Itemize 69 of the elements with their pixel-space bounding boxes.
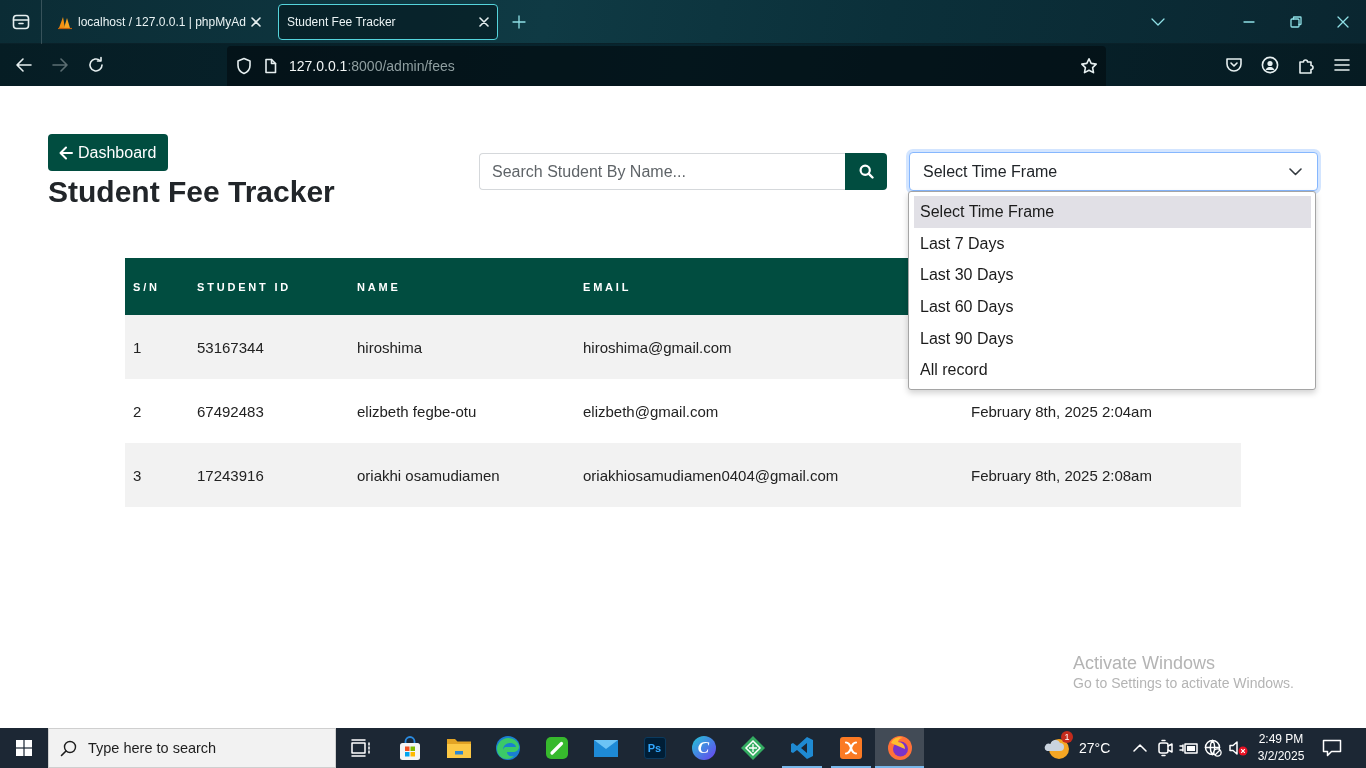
page-icon [264,58,277,74]
temperature-text[interactable]: 27°C [1079,740,1111,756]
diamond-icon [739,735,766,761]
dashboard-button[interactable]: Dashboard [48,134,169,171]
search-field[interactable]: Search Student By Name... [479,153,845,190]
search-icon [60,740,77,757]
box-icon[interactable] [11,13,30,30]
table-cell: February 8th, 2025 2:08am [963,443,1241,507]
address-bar[interactable]: 127.0.0.1:8000/admin/fees [227,46,1106,86]
reload-icon[interactable] [86,55,106,75]
windows-logo-icon[interactable] [16,740,32,756]
activation-title: Activate Windows [1073,652,1217,674]
column-header: S/N [125,258,189,315]
pouch-icon[interactable] [1225,56,1243,74]
pencil-tile-icon [544,736,569,760]
column-header: STUDENT ID [189,258,349,315]
taskbar-app-button[interactable]: Ps [630,728,679,768]
table-cell: 67492483 [189,379,349,443]
table-cell: oriakhiosamudiamen0404@gmail.com [575,443,963,507]
page-title: Student Fee Tracker [48,174,335,210]
table-cell: 53167344 [189,315,349,379]
notification-badge: 1 [1061,731,1074,743]
ps-tile-icon: Ps [643,737,666,759]
taskbar-search-field[interactable]: Type here to search [48,728,336,768]
muted-speaker-icon[interactable] [1227,740,1248,756]
back-arrow-icon[interactable] [14,55,34,75]
arrow-left-icon [59,145,73,160]
restore-icon[interactable] [1289,15,1302,28]
browser-tab[interactable]: localhost / 127.0.0.1 | phpMyAd [48,3,270,40]
table-cell: 17243916 [189,443,349,507]
speech-bubble-icon[interactable] [1322,739,1342,757]
minimize-icon[interactable] [1242,20,1255,23]
wave-logo-icon [494,735,521,761]
menu-icon[interactable] [1333,57,1351,73]
user-circle-icon[interactable] [1261,56,1279,74]
battery-plug-icon[interactable] [1179,741,1199,755]
envelope-icon [592,738,619,758]
table-cell: hiroshima [349,315,575,379]
dropdown-option[interactable]: Select Time Frame [914,196,1311,228]
bowtie-tile-icon [838,736,863,760]
table-cell: oriakhi osamudiamen [349,443,575,507]
table-cell: 2 [125,379,189,443]
table-cell: 3 [125,443,189,507]
browser-tab[interactable]: Student Fee Tracker [277,3,498,40]
search-button[interactable] [845,153,887,190]
activation-subtitle: Go to Settings to activate Windows. [1073,674,1294,692]
puzzle-piece-icon[interactable] [1297,56,1315,74]
flame-globe-icon [886,735,913,761]
chevron-up-icon[interactable] [1133,744,1148,752]
star-icon[interactable] [1080,57,1098,75]
shield-icon[interactable] [236,57,252,75]
webcam-icon[interactable] [1156,739,1173,757]
clock-button[interactable]: 2:49 PM 3/2/2025 [1250,728,1312,768]
chevron-down-icon [1289,167,1302,176]
dropdown-option[interactable]: Last 7 Days [914,227,1311,260]
time-frame-select[interactable]: Select Time Frame [909,152,1318,191]
table-cell: 1 [125,315,189,379]
globe-icon[interactable] [1204,739,1223,757]
plus-icon[interactable] [511,14,526,29]
column-header: NAME [349,258,575,315]
chevron-down-icon[interactable] [1151,17,1165,26]
table-cell: elizbeth@gmail.com [575,379,963,443]
letter-c-icon: C [691,736,716,760]
folder-icon [445,737,472,759]
window-stack-icon [349,738,372,758]
table-cell: elizbeth fegbe-otu [349,379,575,443]
close-icon[interactable] [1336,15,1349,28]
search-icon [858,164,874,179]
ribbon-logo-icon [789,736,814,760]
